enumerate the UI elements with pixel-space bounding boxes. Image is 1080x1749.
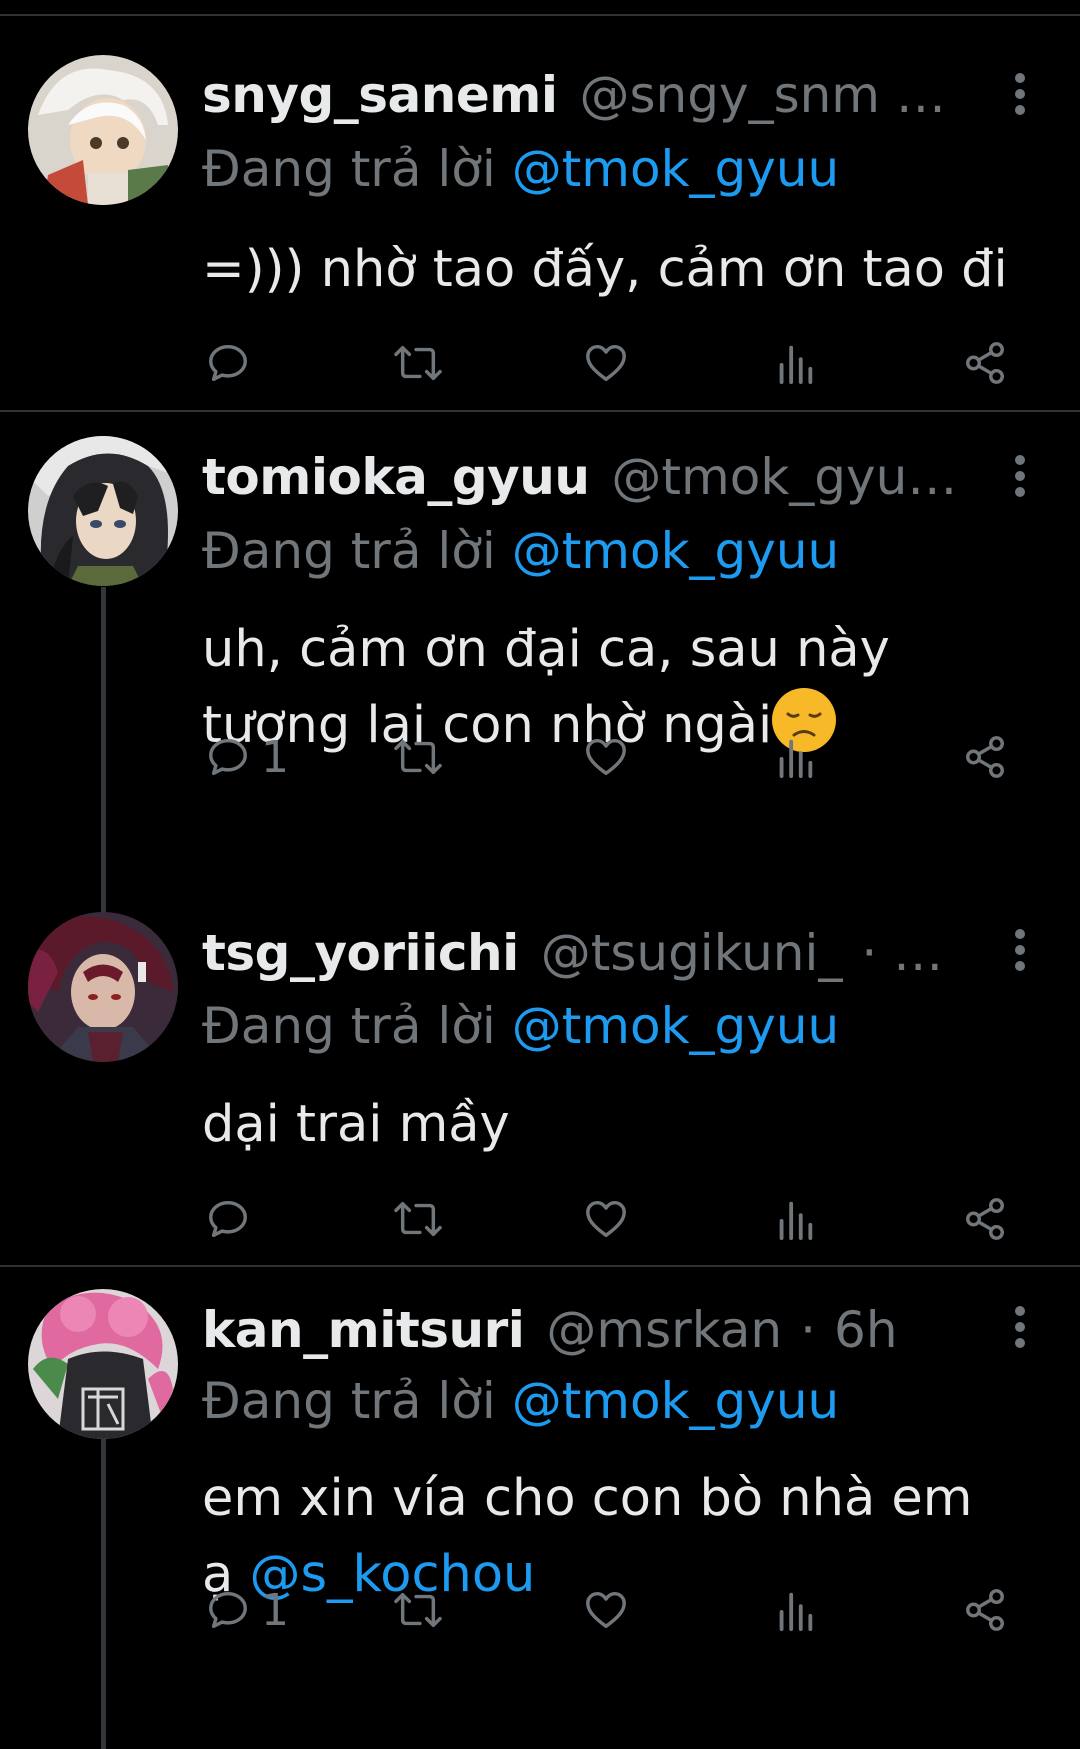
action-bar: 1	[205, 731, 1020, 783]
tweet-text-line: em xin vía cho con bò nhà em	[202, 1469, 973, 1528]
thread-line	[101, 1437, 106, 1749]
analytics-icon	[779, 1592, 813, 1632]
display-name[interactable]: tsg_yoriichi	[202, 924, 519, 982]
display-name[interactable]: kan_mitsuri	[202, 1301, 525, 1359]
tweet-header: kan_mitsuri @msrkan · 6h	[202, 1295, 982, 1365]
reply-icon	[209, 1591, 247, 1629]
more-options-icon[interactable]	[1000, 920, 1040, 980]
reply-icon	[209, 344, 247, 382]
reply-mention-link[interactable]: @tmok_gyuu	[512, 997, 840, 1055]
reply-prefix: Đang trả lời	[202, 997, 496, 1055]
avatar[interactable]	[28, 1289, 178, 1439]
retweet-icon	[394, 1592, 442, 1628]
reply-button[interactable]	[205, 338, 261, 388]
share-icon	[966, 736, 1004, 778]
tweet-text-line: uh, cảm ơn đại ca, sau này	[202, 620, 890, 679]
retweet-button[interactable]	[393, 338, 443, 388]
views-button[interactable]	[775, 1194, 815, 1244]
user-handle[interactable]: @tmok_gyu…	[611, 448, 957, 506]
reply-mention-link[interactable]: @tmok_gyuu	[512, 522, 840, 580]
tweet-header: tomioka_gyuu @tmok_gyu…	[202, 442, 982, 512]
tweet[interactable]: tomioka_gyuu @tmok_gyu… Đang trả lời @tm…	[0, 412, 1080, 912]
reply-context: Đang trả lời @tmok_gyuu	[202, 140, 839, 198]
separator-dot: ·	[800, 1301, 817, 1359]
tweet-header: snyg_sanemi @sngy_snm …	[202, 60, 982, 130]
share-icon	[966, 1589, 1004, 1631]
share-icon	[966, 342, 1004, 384]
share-icon	[966, 1198, 1004, 1240]
reply-button[interactable]: 1	[205, 731, 289, 783]
heart-icon	[586, 738, 626, 776]
more-options-icon[interactable]	[1000, 446, 1040, 506]
thread-line	[101, 587, 106, 912]
avatar[interactable]	[28, 55, 178, 205]
display-name[interactable]: tomioka_gyuu	[202, 448, 590, 506]
share-button[interactable]	[962, 1585, 1008, 1635]
like-button[interactable]	[583, 732, 629, 782]
action-bar: 1	[205, 1584, 1020, 1636]
retweet-icon	[394, 345, 442, 381]
reply-icon	[209, 738, 247, 776]
analytics-icon	[779, 739, 813, 779]
tweet-text: dại trai mầy	[202, 1087, 1042, 1163]
heart-icon	[586, 344, 626, 382]
action-bar	[205, 1194, 1020, 1244]
reply-button[interactable]: 1	[205, 1584, 289, 1636]
reply-count: 1	[261, 1584, 289, 1636]
reply-context: Đang trả lời @tmok_gyuu	[202, 997, 839, 1055]
tweet-header: tsg_yoriichi @tsugikuni_ · …	[202, 918, 982, 988]
avatar[interactable]	[28, 436, 178, 586]
like-button[interactable]	[583, 338, 629, 388]
views-button[interactable]	[775, 732, 815, 782]
retweet-icon	[394, 1201, 442, 1237]
views-button[interactable]	[775, 1585, 815, 1635]
more-options-icon[interactable]	[1000, 64, 1040, 124]
share-button[interactable]	[962, 732, 1008, 782]
tweet-text-line: dại trai mầy	[202, 1095, 510, 1154]
views-button[interactable]	[775, 338, 815, 388]
tweet[interactable]: tsg_yoriichi @tsugikuni_ · … Đang trả lờ…	[0, 912, 1080, 1267]
heart-icon	[586, 1591, 626, 1629]
reply-context: Đang trả lời @tmok_gyuu	[202, 522, 839, 580]
reply-prefix: Đang trả lời	[202, 1372, 496, 1430]
share-button[interactable]	[962, 338, 1008, 388]
tweet-text-line: =))) nhờ tao đấy, cảm ơn tao đi	[202, 240, 1008, 299]
share-button[interactable]	[962, 1194, 1008, 1244]
user-handle[interactable]: @sngy_snm …	[580, 66, 946, 124]
tweet-text: =))) nhờ tao đấy, cảm ơn tao đi	[202, 232, 1042, 308]
heart-icon	[586, 1200, 626, 1238]
retweet-button[interactable]	[393, 1194, 443, 1244]
handle-suffix: · …	[861, 924, 944, 982]
reply-context: Đang trả lời @tmok_gyuu	[202, 1372, 839, 1430]
analytics-icon	[779, 1201, 813, 1241]
reply-count: 1	[261, 731, 289, 783]
retweet-icon	[394, 739, 442, 775]
reply-prefix: Đang trả lời	[202, 140, 496, 198]
like-button[interactable]	[583, 1585, 629, 1635]
more-options-icon[interactable]	[1000, 1297, 1040, 1357]
reply-button[interactable]	[205, 1194, 261, 1244]
tweet[interactable]: snyg_sanemi @sngy_snm … Đang trả lời @tm…	[0, 0, 1080, 412]
timestamp[interactable]: 6h	[834, 1301, 898, 1359]
tweet[interactable]: kan_mitsuri @msrkan · 6h Đang trả lời @t…	[0, 1267, 1080, 1749]
analytics-icon	[779, 345, 813, 385]
reply-icon	[209, 1200, 247, 1238]
retweet-button[interactable]	[393, 732, 443, 782]
reply-mention-link[interactable]: @tmok_gyuu	[512, 1372, 840, 1430]
user-handle[interactable]: @tsugikuni_	[541, 924, 844, 982]
action-bar	[205, 338, 1020, 388]
reply-prefix: Đang trả lời	[202, 522, 496, 580]
retweet-button[interactable]	[393, 1585, 443, 1635]
like-button[interactable]	[583, 1194, 629, 1244]
reply-mention-link[interactable]: @tmok_gyuu	[512, 140, 840, 198]
avatar[interactable]	[28, 912, 178, 1062]
display-name[interactable]: snyg_sanemi	[202, 66, 558, 124]
user-handle[interactable]: @msrkan	[546, 1301, 782, 1359]
